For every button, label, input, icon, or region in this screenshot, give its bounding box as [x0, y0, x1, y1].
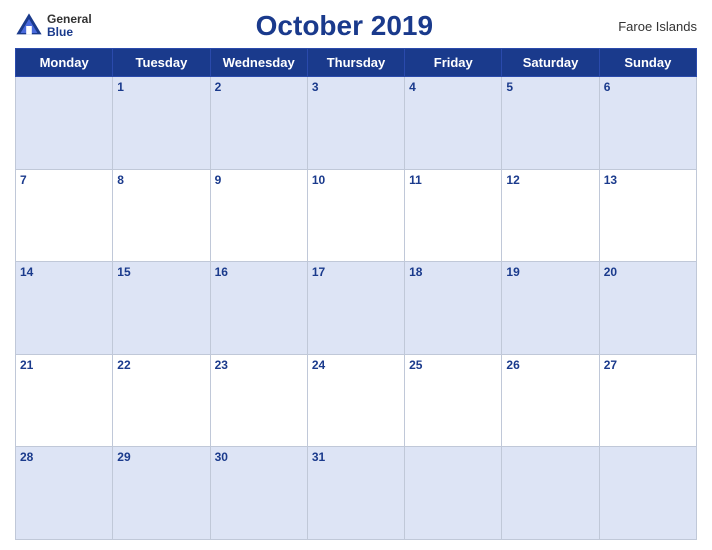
calendar-cell: 25	[405, 354, 502, 447]
calendar-cell: 4	[405, 77, 502, 170]
day-number: 25	[409, 358, 422, 372]
calendar-cell: 10	[307, 169, 404, 262]
day-number: 24	[312, 358, 325, 372]
calendar-week-2: 7 8 9 10 11 12 13	[16, 169, 697, 262]
day-number: 20	[604, 265, 617, 279]
day-number: 11	[409, 173, 422, 187]
day-number: 29	[117, 450, 130, 464]
day-number: 14	[20, 265, 33, 279]
day-number: 12	[506, 173, 519, 187]
day-number: 22	[117, 358, 130, 372]
calendar-cell: 15	[113, 262, 210, 355]
calendar-title: October 2019	[92, 10, 597, 42]
day-number: 4	[409, 80, 416, 94]
day-number: 8	[117, 173, 124, 187]
day-number: 7	[20, 173, 27, 187]
day-number: 10	[312, 173, 325, 187]
day-number: 5	[506, 80, 513, 94]
weekday-header-row: Monday Tuesday Wednesday Thursday Friday…	[16, 49, 697, 77]
day-number: 6	[604, 80, 611, 94]
day-number: 16	[215, 265, 228, 279]
calendar-week-1: 1 2 3 4 5 6	[16, 77, 697, 170]
calendar-cell: 29	[113, 447, 210, 540]
calendar-table: Monday Tuesday Wednesday Thursday Friday…	[15, 48, 697, 540]
calendar-cell	[599, 447, 696, 540]
calendar-cell: 17	[307, 262, 404, 355]
day-number: 13	[604, 173, 617, 187]
calendar-week-5: 28 29 30 31	[16, 447, 697, 540]
calendar-cell: 26	[502, 354, 599, 447]
calendar-page: General Blue October 2019 Faroe Islands …	[0, 0, 712, 550]
col-sunday: Sunday	[599, 49, 696, 77]
calendar-cell: 9	[210, 169, 307, 262]
logo: General Blue	[15, 12, 92, 40]
day-number: 27	[604, 358, 617, 372]
logo-text: General Blue	[47, 13, 92, 39]
calendar-cell: 11	[405, 169, 502, 262]
day-number: 15	[117, 265, 130, 279]
calendar-cell: 3	[307, 77, 404, 170]
calendar-cell: 22	[113, 354, 210, 447]
calendar-week-4: 21 22 23 24 25 26 27	[16, 354, 697, 447]
calendar-cell: 7	[16, 169, 113, 262]
calendar-body: 1234567891011121314151617181920212223242…	[16, 77, 697, 540]
day-number: 19	[506, 265, 519, 279]
day-number: 1	[117, 80, 124, 94]
day-number: 31	[312, 450, 325, 464]
col-thursday: Thursday	[307, 49, 404, 77]
col-friday: Friday	[405, 49, 502, 77]
day-number: 3	[312, 80, 319, 94]
calendar-cell: 30	[210, 447, 307, 540]
day-number: 28	[20, 450, 33, 464]
day-number: 21	[20, 358, 33, 372]
calendar-cell: 19	[502, 262, 599, 355]
calendar-cell: 16	[210, 262, 307, 355]
calendar-cell: 1	[113, 77, 210, 170]
calendar-cell: 31	[307, 447, 404, 540]
logo-blue-text: Blue	[47, 26, 92, 39]
calendar-cell: 23	[210, 354, 307, 447]
calendar-cell: 12	[502, 169, 599, 262]
logo-icon	[15, 12, 43, 40]
calendar-cell: 13	[599, 169, 696, 262]
calendar-cell: 28	[16, 447, 113, 540]
day-number: 18	[409, 265, 422, 279]
day-number: 30	[215, 450, 228, 464]
calendar-cell: 27	[599, 354, 696, 447]
calendar-cell: 14	[16, 262, 113, 355]
calendar-cell: 5	[502, 77, 599, 170]
col-monday: Monday	[16, 49, 113, 77]
calendar-cell: 18	[405, 262, 502, 355]
day-number: 23	[215, 358, 228, 372]
calendar-cell: 20	[599, 262, 696, 355]
month-year-label: October 2019	[256, 10, 433, 41]
col-tuesday: Tuesday	[113, 49, 210, 77]
calendar-cell	[16, 77, 113, 170]
calendar-cell: 2	[210, 77, 307, 170]
day-number: 9	[215, 173, 222, 187]
calendar-week-3: 14 15 16 17 18 19 20	[16, 262, 697, 355]
col-saturday: Saturday	[502, 49, 599, 77]
day-number: 26	[506, 358, 519, 372]
calendar-cell: 6	[599, 77, 696, 170]
calendar-header: General Blue October 2019 Faroe Islands	[15, 10, 697, 42]
calendar-cell	[502, 447, 599, 540]
day-number: 2	[215, 80, 222, 94]
calendar-cell: 24	[307, 354, 404, 447]
region-label: Faroe Islands	[597, 19, 697, 34]
calendar-cell: 8	[113, 169, 210, 262]
day-number: 17	[312, 265, 325, 279]
calendar-cell	[405, 447, 502, 540]
calendar-cell: 21	[16, 354, 113, 447]
col-wednesday: Wednesday	[210, 49, 307, 77]
